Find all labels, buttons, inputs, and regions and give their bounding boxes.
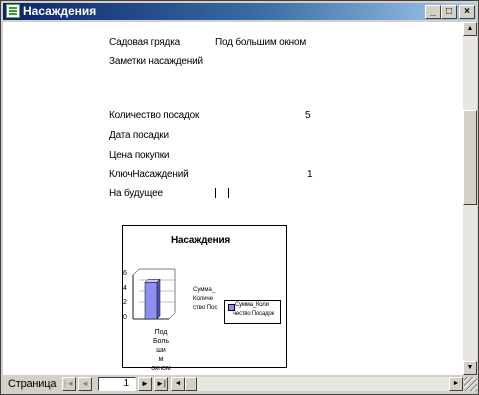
label-planting-count: Количество посадок bbox=[109, 110, 200, 121]
chart-frame: Насаждения 6 4 2 0 Под Боль ши м окном С… bbox=[122, 225, 287, 372]
chart-legend: Сумма_Коли чество Посадок bbox=[224, 300, 281, 324]
y-tick-2: 2 bbox=[123, 299, 127, 306]
series-axis-line: Количе bbox=[193, 296, 214, 302]
category-line: ши bbox=[156, 347, 166, 354]
scroll-right-button[interactable]: ► bbox=[449, 377, 463, 391]
vertical-scroll-thumb[interactable] bbox=[463, 110, 477, 205]
next-page-button[interactable]: ► bbox=[138, 377, 152, 391]
report-window: Насаждения _ □ × Садовая грядка Под боль… bbox=[0, 0, 479, 395]
page-label: Страница bbox=[8, 378, 57, 390]
label-purchase-price: Цена покупки bbox=[109, 150, 170, 161]
scroll-down-button[interactable]: ▼ bbox=[463, 361, 477, 375]
y-tick-0: 0 bbox=[123, 314, 127, 321]
category-line: окном bbox=[151, 365, 171, 372]
legend-swatch bbox=[228, 304, 235, 311]
scroll-left-button[interactable]: ◄ bbox=[171, 377, 185, 391]
report-preview-area[interactable]: Садовая грядка Под большим окном Заметки… bbox=[3, 22, 463, 375]
y-tick-6: 6 bbox=[123, 270, 127, 277]
category-line: Боль bbox=[152, 338, 170, 345]
window-title: Насаждения bbox=[23, 4, 97, 18]
label-planting-date: Дата посадки bbox=[109, 130, 169, 141]
value-garden-bed: Под большим окном bbox=[215, 37, 307, 48]
label-planting-notes: Заметки насаждений bbox=[109, 56, 203, 67]
page-number-field[interactable]: 1 bbox=[98, 377, 136, 391]
label-garden-bed: Садовая грядка bbox=[109, 37, 180, 48]
last-page-button[interactable]: ►| bbox=[154, 377, 168, 391]
y-tick-4: 4 bbox=[123, 285, 127, 292]
horizontal-scroll-thumb[interactable] bbox=[185, 377, 197, 391]
legend-line-2: чество Посадок bbox=[233, 311, 274, 317]
bar bbox=[144, 282, 158, 320]
category-line: Под bbox=[154, 329, 168, 336]
title-bar[interactable]: Насаждения _ □ × bbox=[3, 3, 476, 20]
close-button[interactable]: × bbox=[459, 5, 475, 19]
horizontal-scrollbar[interactable]: ◄ ► bbox=[171, 377, 463, 391]
record-navigation-bar: Страница |◄ ◄ 1 ► ►| ◄ ► bbox=[3, 376, 477, 392]
bar-side bbox=[156, 278, 161, 320]
scroll-up-button[interactable]: ▲ bbox=[463, 22, 477, 36]
series-axis-line: Сумма_ bbox=[193, 287, 216, 293]
minimize-button[interactable]: _ bbox=[425, 5, 441, 19]
value-planting-count: 5 bbox=[305, 110, 311, 121]
previous-page-button[interactable]: ◄ bbox=[78, 377, 92, 391]
series-axis-label: Сумма_ Количе ство Пос bbox=[193, 286, 218, 313]
value-planting-key: 1 bbox=[307, 169, 313, 180]
label-planting-key: КлючНасаждений bbox=[109, 169, 189, 180]
chart-bars bbox=[144, 278, 161, 320]
resize-grip[interactable] bbox=[464, 377, 477, 391]
series-axis-line: ство Пос bbox=[193, 305, 218, 311]
vertical-scrollbar[interactable]: ▲ ▼ bbox=[463, 22, 477, 375]
label-future: На будущее bbox=[109, 188, 163, 199]
legend-line-1: Сумма_Коли bbox=[235, 302, 269, 308]
category-label: Под Боль ши м окном bbox=[144, 328, 178, 373]
future-checkbox bbox=[215, 188, 229, 198]
maximize-button[interactable]: □ bbox=[441, 5, 457, 19]
category-line: м bbox=[158, 356, 164, 363]
report-icon[interactable] bbox=[6, 4, 20, 18]
first-page-button[interactable]: |◄ bbox=[62, 377, 76, 391]
